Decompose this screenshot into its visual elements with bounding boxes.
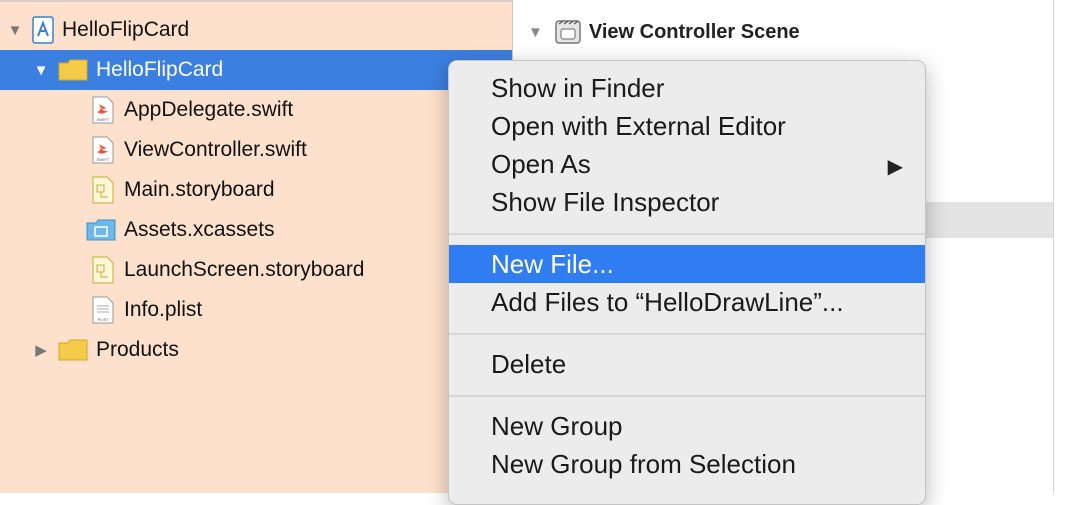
navigator-row-group[interactable]: ▶ Products bbox=[0, 330, 512, 370]
menu-item-label: Open As bbox=[491, 148, 591, 179]
menu-separator bbox=[449, 233, 925, 235]
svg-text:PLIST: PLIST bbox=[97, 317, 109, 322]
menu-item-label: New Group bbox=[491, 410, 623, 441]
swift-file-icon: SWIFT bbox=[92, 96, 114, 124]
navigator-row-file[interactable]: PLIST Info.plist bbox=[0, 290, 512, 330]
scene-icon bbox=[555, 20, 581, 44]
navigator-item-label: Info.plist bbox=[124, 298, 203, 321]
disclosure-expanded-icon[interactable]: ▼ bbox=[32, 61, 50, 79]
swift-file-icon: SWIFT bbox=[92, 136, 114, 164]
outline-scene-row[interactable]: ▼ View Controller Scene bbox=[528, 14, 800, 50]
navigator-row-file[interactable]: SWIFT ViewController.swift bbox=[0, 130, 512, 170]
storyboard-file-icon bbox=[92, 256, 114, 284]
disclosure-expanded-icon[interactable]: ▼ bbox=[528, 24, 543, 41]
navigator-item-label: HelloFlipCard bbox=[96, 58, 224, 81]
navigator-row-project[interactable]: ▼ HelloFlipCard bbox=[0, 10, 512, 50]
navigator-item-label: Products bbox=[96, 338, 179, 361]
navigator-item-label: LaunchScreen.storyboard bbox=[124, 258, 365, 281]
navigator-item-label: Main.storyboard bbox=[124, 178, 275, 201]
menu-item-label: New Group from Selection bbox=[491, 448, 796, 479]
menu-separator bbox=[449, 333, 925, 335]
menu-item-delete[interactable]: Delete bbox=[449, 345, 925, 383]
navigator-item-label: Assets.xcassets bbox=[124, 218, 275, 241]
submenu-arrow-icon: ▶ bbox=[887, 156, 903, 178]
menu-item-new-group-from-selection[interactable]: New Group from Selection bbox=[449, 445, 925, 483]
plist-file-icon: PLIST bbox=[92, 296, 114, 324]
menu-item-show-file-inspector[interactable]: Show File Inspector bbox=[449, 183, 925, 221]
menu-item-show-in-finder[interactable]: Show in Finder bbox=[449, 69, 925, 107]
asset-catalog-icon bbox=[86, 219, 116, 241]
navigator-item-label: AppDelegate.swift bbox=[124, 98, 294, 121]
svg-text:SWIFT: SWIFT bbox=[97, 157, 110, 162]
context-menu: Show in Finder Open with External Editor… bbox=[448, 60, 926, 505]
navigator-item-label: ViewController.swift bbox=[124, 138, 307, 161]
menu-item-label: New File... bbox=[491, 248, 614, 279]
svg-text:SWIFT: SWIFT bbox=[97, 117, 110, 122]
menu-item-label: Open with External Editor bbox=[491, 110, 786, 141]
menu-separator bbox=[449, 395, 925, 397]
menu-item-label: Show in Finder bbox=[491, 72, 665, 103]
inspector-edge bbox=[1054, 0, 1070, 493]
menu-item-open-as[interactable]: Open As ▶ bbox=[449, 145, 925, 183]
menu-item-label: Show File Inspector bbox=[491, 186, 720, 217]
folder-icon bbox=[58, 339, 88, 361]
navigator-row-file[interactable]: Main.storyboard bbox=[0, 170, 512, 210]
menu-item-new-file[interactable]: New File... bbox=[449, 245, 925, 283]
storyboard-file-icon bbox=[92, 176, 114, 204]
xcode-project-icon bbox=[32, 16, 54, 44]
menu-item-open-external-editor[interactable]: Open with External Editor bbox=[449, 107, 925, 145]
menu-item-label: Delete bbox=[491, 348, 567, 379]
menu-item-label: Add Files to “HelloDrawLine”... bbox=[491, 286, 844, 317]
menu-item-new-group[interactable]: New Group bbox=[449, 407, 925, 445]
scene-title: View Controller Scene bbox=[588, 20, 800, 43]
folder-icon bbox=[58, 59, 88, 81]
navigator-row-group-selected[interactable]: ▼ HelloFlipCard bbox=[0, 50, 512, 90]
project-navigator: ▼ HelloFlipCard ▼ HelloFlipCard SWIFT Ap… bbox=[0, 0, 512, 493]
menu-item-add-files[interactable]: Add Files to “HelloDrawLine”... bbox=[449, 283, 925, 321]
navigator-row-file[interactable]: SWIFT AppDelegate.swift bbox=[0, 90, 512, 130]
disclosure-collapsed-icon[interactable]: ▶ bbox=[32, 341, 50, 359]
navigator-row-file[interactable]: LaunchScreen.storyboard bbox=[0, 250, 512, 290]
navigator-item-label: HelloFlipCard bbox=[62, 18, 190, 41]
navigator-row-file[interactable]: Assets.xcassets bbox=[0, 210, 512, 250]
disclosure-expanded-icon[interactable]: ▼ bbox=[6, 21, 24, 39]
